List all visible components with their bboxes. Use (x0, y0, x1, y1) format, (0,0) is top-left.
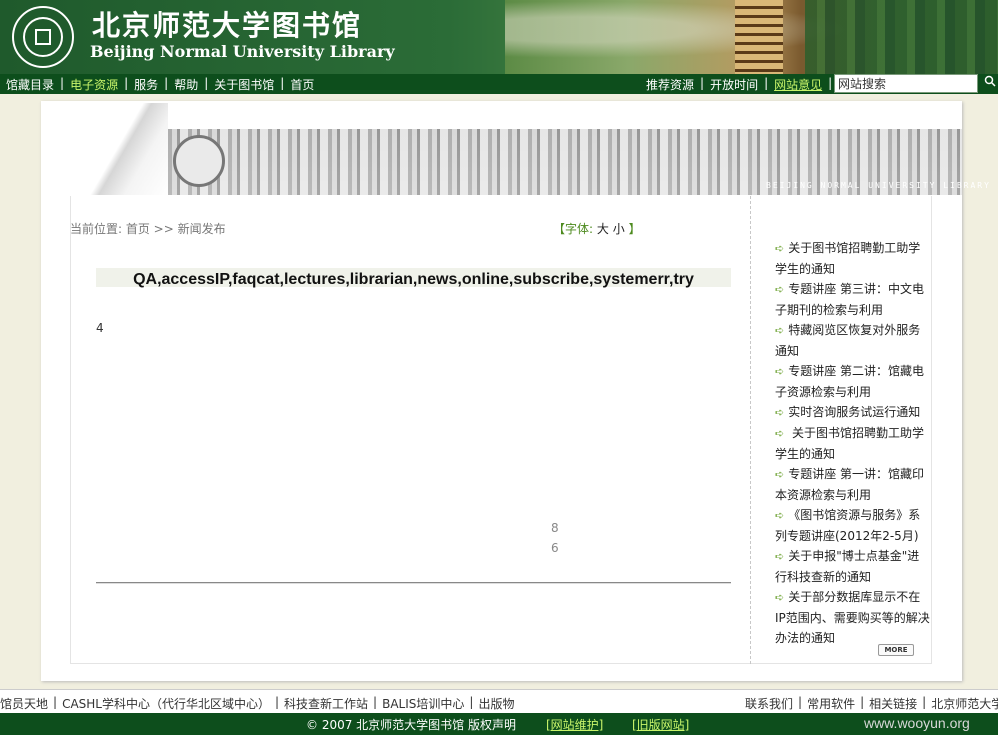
nav-separator: | (60, 76, 65, 90)
article-meta-text: 8 (551, 521, 559, 535)
nav-e-resources[interactable]: 电子资源 (70, 76, 118, 93)
article-meta-text: 6 (551, 541, 559, 555)
nav-separator: | (280, 76, 285, 90)
footer-link-cashl[interactable]: CASHL学科中心（代行华北区域中心） (62, 695, 270, 712)
arrow-right-icon: ➪ (775, 242, 785, 255)
news-item[interactable]: ➪ 关于部分数据库显示不在IP范围内、需要购买等的解决办法的通知 (775, 587, 930, 648)
arrow-right-icon: ➪ (775, 427, 785, 440)
footer-link-contact[interactable]: 联系我们 (745, 695, 793, 712)
nav-feedback[interactable]: 网站意见 (774, 76, 822, 93)
news-item-title[interactable]: 专题讲座 第三讲：中文电子期刊的检索与利用 (775, 282, 924, 317)
logo-title-cn[interactable]: 北京师范大学图书馆 (92, 4, 362, 44)
font-size-large[interactable]: 大 (597, 222, 609, 236)
news-item-title[interactable]: 专题讲座 第二讲：馆藏电子资源检索与利用 (775, 364, 924, 399)
footer-separator: | (53, 695, 58, 709)
footer-link-software[interactable]: 常用软件 (807, 695, 855, 712)
news-item-title[interactable]: 《图书馆资源与服务》系列专题讲座(2012年2-5月) (775, 508, 920, 543)
arrow-right-icon: ➪ (775, 509, 785, 522)
banner-clock-image (173, 135, 225, 187)
footer-links-right: 联系我们 | 常用软件 | 相关链接 | 北京师范大学 (745, 695, 998, 712)
nav-separator: | (164, 76, 169, 90)
banner-caption: BEIJING NORMAL UNIVERSITY LIBRARY (766, 181, 991, 190)
footer-separator: | (798, 695, 803, 709)
watermark-text: www.wooyun.org (864, 715, 970, 731)
footer-separator: | (274, 695, 280, 709)
copyright-text: © 2007 北京师范大学图书馆 版权声明 (306, 718, 516, 732)
news-item-title[interactable]: 专题讲座 第一讲：馆藏印本资源检索与利用 (775, 467, 924, 502)
logo-title-en[interactable]: Beijing Normal University Library (90, 42, 395, 61)
article-divider (96, 582, 731, 584)
footer-separator: | (373, 695, 378, 709)
news-item-title[interactable]: 关于图书馆招聘勤工助学学生的通知 (775, 426, 924, 461)
news-item[interactable]: ➪ 关于申报"博士点基金"进行科技查新的通知 (775, 546, 930, 587)
site-header: 北京师范大学图书馆 Beijing Normal University Libr… (0, 0, 998, 74)
arrow-right-icon: ➪ (775, 468, 785, 481)
nav-recommended[interactable]: 推荐资源 (646, 76, 694, 93)
header-photo (505, 0, 998, 74)
news-item[interactable]: ➪ 专题讲座 第三讲：中文电子期刊的检索与利用 (775, 279, 930, 320)
arrow-right-icon: ➪ (775, 283, 785, 296)
breadcrumb[interactable]: 当前位置: 首页 >> 新闻发布 (70, 220, 226, 237)
news-item-title[interactable]: 实时咨询服务试运行通知 (788, 405, 920, 419)
nav-help[interactable]: 帮助 (174, 76, 198, 93)
nav-services[interactable]: 服务 (134, 76, 158, 93)
nav-separator: | (764, 76, 769, 90)
font-size-label-end: 】 (628, 222, 641, 236)
footer-link-novelty-search[interactable]: 科技查新工作站 (284, 695, 368, 712)
arrow-right-icon: ➪ (775, 550, 785, 563)
font-size-label: 【字体: (553, 222, 594, 236)
site-search-input[interactable] (834, 74, 978, 93)
arrow-right-icon: ➪ (775, 406, 785, 419)
header-trees-image (805, 0, 998, 74)
nav-opening-hours[interactable]: 开放时间 (710, 76, 758, 93)
more-button[interactable]: MORE (878, 644, 914, 656)
nav-about[interactable]: 关于图书馆 (214, 76, 274, 93)
column-divider (750, 196, 751, 664)
news-item-title[interactable]: 特藏阅览区恢复对外服务通知 (775, 323, 920, 358)
footer-link-related[interactable]: 相关链接 (869, 695, 917, 712)
news-item[interactable]: ➪ 《图书馆资源与服务》系列专题讲座(2012年2-5月) (775, 505, 930, 546)
news-item[interactable]: ➪ 专题讲座 第二讲：馆藏电子资源检索与利用 (775, 361, 930, 402)
banner-page-curl (48, 103, 168, 195)
font-size-control: 【字体: 大 小 】 (553, 220, 641, 237)
nav-separator: | (204, 76, 209, 90)
article-body-text: 4 (96, 321, 104, 335)
footer-link-bnu[interactable]: 北京师范大学 (931, 695, 998, 712)
news-item-title[interactable]: 关于图书馆招聘勤工助学学生的通知 (775, 241, 920, 276)
header-tower-image (735, 0, 783, 74)
nav-left: 馆藏目录 | 电子资源 | 服务 | 帮助 | 关于图书馆 | 首页 (6, 76, 314, 93)
footer-link-staff[interactable]: 馆员天地 (0, 695, 48, 712)
library-seal-icon[interactable] (12, 6, 74, 68)
nav-catalog[interactable]: 馆藏目录 (6, 76, 54, 93)
old-site-link[interactable]: [旧版网站] (632, 716, 689, 733)
nav-right: 推荐资源 | 开放时间 | 网站意见 | (646, 76, 838, 93)
footer-link-publications[interactable]: 出版物 (478, 695, 514, 712)
more-label: MORE (884, 646, 908, 654)
news-item-title[interactable]: 关于部分数据库显示不在IP范围内、需要购买等的解决办法的通知 (775, 590, 930, 645)
arrow-right-icon: ➪ (775, 365, 785, 378)
news-item[interactable]: ➪ 专题讲座 第一讲：馆藏印本资源检索与利用 (775, 464, 930, 505)
nav-home[interactable]: 首页 (290, 76, 314, 93)
footer-separator: | (469, 695, 474, 709)
news-item[interactable]: ➪ 特藏阅览区恢复对外服务通知 (775, 320, 930, 361)
nav-separator: | (124, 76, 129, 90)
nav-separator: | (700, 76, 705, 90)
arrow-right-icon: ➪ (775, 591, 785, 604)
article-title: QA,accessIP,faqcat,lectures,librarian,ne… (96, 268, 731, 288)
footer-link-balis[interactable]: BALIS培训中心 (382, 695, 464, 712)
news-item[interactable]: ➪ 实时咨询服务试运行通知 (775, 402, 930, 423)
news-item[interactable]: ➪ 关于图书馆招聘勤工助学学生的通知 (775, 238, 930, 279)
search-icon[interactable] (984, 75, 996, 87)
footer-separator: | (922, 695, 927, 709)
font-size-small[interactable]: 小 (613, 222, 625, 236)
footer-links-left: 馆员天地 | CASHL学科中心（代行华北区域中心） | 科技查新工作站 | B… (0, 695, 514, 712)
site-maintenance-link[interactable]: [网站维护] (546, 716, 603, 733)
footer-bar: © 2007 北京师范大学图书馆 版权声明 [网站维护] [旧版网站] (0, 713, 998, 735)
footer-links: 馆员天地 | CASHL学科中心（代行华北区域中心） | 科技查新工作站 | B… (0, 689, 998, 713)
news-item[interactable]: ➪ 关于图书馆招聘勤工助学学生的通知 (775, 423, 930, 464)
footer-separator: | (860, 695, 865, 709)
news-item-title[interactable]: 关于申报"博士点基金"进行科技查新的通知 (775, 549, 919, 584)
arrow-right-icon: ➪ (775, 324, 785, 337)
news-list: ➪ 关于图书馆招聘勤工助学学生的通知 ➪ 专题讲座 第三讲：中文电子期刊的检索与利用… (775, 238, 930, 648)
